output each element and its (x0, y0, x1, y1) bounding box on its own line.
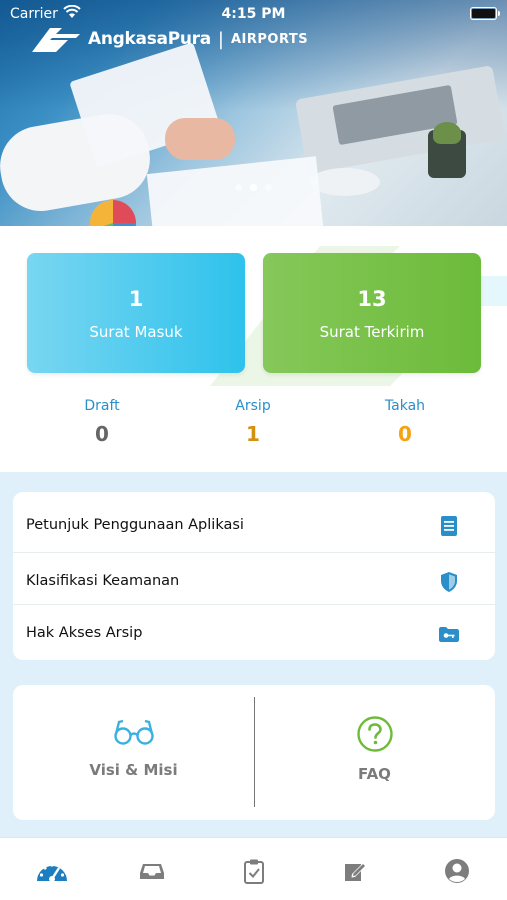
glasses-icon (113, 719, 154, 745)
angkasa-pura-logo: AngkasaPura | AIRPORTS (28, 22, 308, 56)
quick-actions-card: Visi & Misi FAQ (13, 685, 495, 820)
faq-label: FAQ (358, 765, 391, 783)
takah-label: Takah (384, 398, 426, 414)
shield-icon (437, 570, 461, 594)
brand-name: AngkasaPura (88, 29, 211, 49)
info-menu-card: Petunjuk Penggunaan Aplikasi Klasifikasi… (13, 492, 495, 660)
sent-mail-card[interactable]: 13 Surat Terkirim (263, 253, 481, 373)
battery-icon (470, 7, 500, 20)
banner-photo-hand (165, 118, 235, 160)
takah-count: 0 (398, 422, 412, 446)
banner-photo-plant (433, 122, 461, 144)
tab-tasks[interactable] (234, 854, 274, 888)
draft-label: Draft (84, 398, 120, 414)
inbox-icon (140, 864, 164, 879)
draft-count: 0 (95, 422, 109, 446)
sent-mail-count: 13 (357, 287, 387, 311)
clock: 4:15 PM (221, 6, 286, 22)
incoming-mail-label: Surat Masuk (89, 323, 183, 341)
brand-separator: | (217, 28, 224, 50)
menu-item-label: Petunjuk Penggunaan Aplikasi (26, 517, 244, 533)
sent-mail-label: Surat Terkirim (319, 323, 425, 341)
carousel-dot[interactable] (265, 184, 272, 191)
bottom-tab-bar (0, 837, 507, 900)
menu-item-archive-access[interactable]: Hak Akses Arsip (13, 604, 495, 656)
book-icon (437, 514, 461, 538)
tab-dashboard[interactable] (32, 854, 72, 888)
menu-item-label: Hak Akses Arsip (26, 625, 143, 641)
archive-label: Arsip (235, 398, 271, 414)
banner-photo-mouse (310, 168, 380, 196)
vision-mission-button[interactable]: Visi & Misi (13, 685, 254, 820)
menu-item-security-classification[interactable]: Klasifikasi Keamanan (13, 552, 495, 604)
banner-photo-pie-chart (90, 200, 136, 226)
folder-key-icon (437, 622, 461, 646)
tab-compose[interactable] (335, 854, 375, 888)
compose-icon (345, 863, 366, 881)
draft-counter[interactable]: Draft 0 (42, 398, 162, 446)
archive-counter[interactable]: Arsip 1 (193, 398, 313, 446)
question-circle-icon (356, 716, 393, 752)
tab-profile[interactable] (437, 854, 477, 888)
faq-button[interactable]: FAQ (254, 685, 495, 820)
menu-item-user-guide[interactable]: Petunjuk Penggunaan Aplikasi (13, 496, 495, 548)
takah-counter[interactable]: Takah 0 (345, 398, 465, 446)
archive-count: 1 (246, 422, 260, 446)
logo-mark-icon (28, 24, 82, 54)
header-banner: Carrier 4:15 PM AngkasaPura | AIRPORTS (0, 0, 507, 226)
tab-inbox[interactable] (132, 854, 172, 888)
incoming-mail-count: 1 (128, 287, 144, 311)
brand-suffix: AIRPORTS (231, 31, 309, 47)
content-section: Petunjuk Penggunaan Aplikasi Klasifikasi… (0, 472, 507, 837)
carousel-dot[interactable] (235, 184, 242, 191)
profile-icon (445, 859, 469, 883)
incoming-mail-card[interactable]: 1 Surat Masuk (27, 253, 245, 373)
carousel-indicator[interactable] (0, 184, 507, 191)
clipboard-check-icon (244, 859, 264, 884)
carousel-dot-active[interactable] (250, 184, 257, 191)
menu-item-label: Klasifikasi Keamanan (26, 573, 180, 589)
summary-section: 1 Surat Masuk 13 Surat Terkirim Draft 0 … (0, 226, 507, 472)
dashboard-icon (37, 863, 67, 882)
vision-mission-label: Visi & Misi (89, 761, 178, 779)
